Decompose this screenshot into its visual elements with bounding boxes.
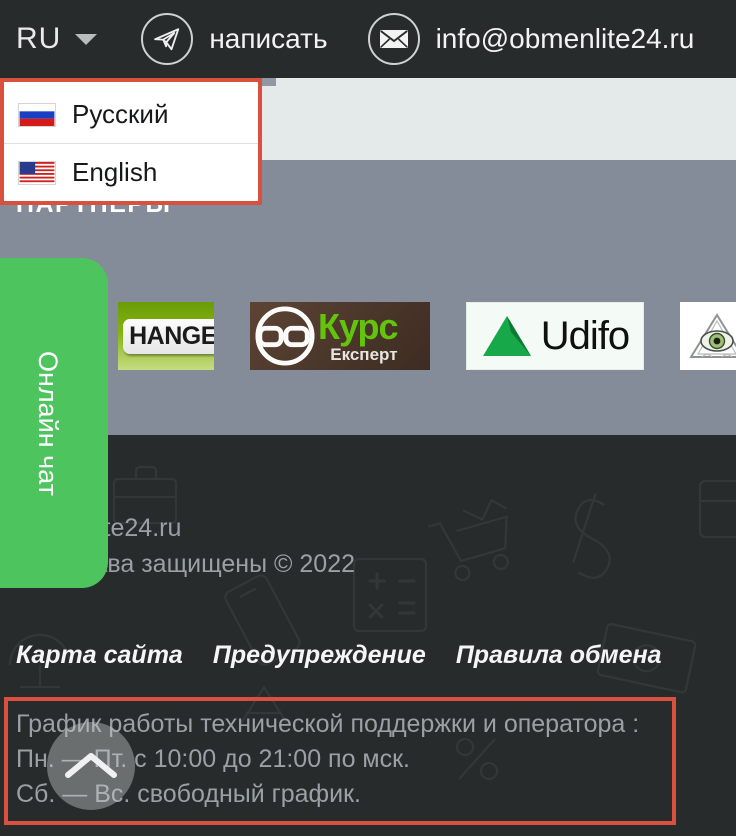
bestchange-label: HANGE: [123, 318, 214, 354]
language-option-russian-label: Русский: [72, 99, 169, 129]
eye-in-triangle-icon: [689, 313, 736, 358]
kurs-expert-label: Курс: [318, 306, 399, 347]
partner-logo-kurs-expert[interactable]: Курс Експерт: [250, 302, 430, 370]
footer-link-exchange-rules[interactable]: Правила обмена: [456, 641, 662, 670]
language-code-label: RU: [16, 22, 62, 55]
language-dropdown: Русский English: [0, 78, 262, 205]
footer-link-warning[interactable]: Предупреждение: [213, 641, 426, 670]
triangle-mark-icon: [482, 316, 531, 356]
partner-logo-row: HANGE Курс Експерт Udifo: [0, 300, 736, 372]
language-option-english-label: English: [72, 157, 158, 187]
email-contact[interactable]: info@obmenlite24.ru: [367, 13, 695, 65]
email-label: info@obmenlite24.ru: [435, 23, 695, 54]
telegram-icon: [141, 13, 194, 65]
language-switcher[interactable]: RU: [16, 22, 98, 55]
kurs-expert-sublabel: Експерт: [330, 345, 398, 364]
telegram-label: написать: [209, 23, 328, 54]
chevron-down-icon[interactable]: [75, 33, 98, 45]
online-chat-label: Онлайн чат: [33, 350, 64, 496]
language-option-russian[interactable]: Русский: [4, 86, 258, 143]
partner-logo-glazok[interactable]: G: [680, 302, 736, 370]
scroll-to-top-button[interactable]: [47, 722, 135, 810]
footer-link-sitemap[interactable]: Карта сайта: [16, 641, 183, 670]
language-option-english[interactable]: English: [4, 143, 258, 201]
russia-flag-icon: [18, 102, 56, 127]
telegram-contact[interactable]: написать: [141, 13, 328, 65]
usa-flag-icon: [18, 160, 56, 185]
partner-logo-udifo[interactable]: Udifo: [466, 302, 644, 370]
online-chat-tab[interactable]: Онлайн чат: [0, 258, 108, 588]
udifo-label: Udifo: [540, 313, 630, 358]
partner-logo-bestchange[interactable]: HANGE: [118, 302, 214, 370]
chevron-up-icon: [65, 753, 117, 778]
top-header-bar: RU написать info@obmenlite24.ru: [0, 0, 736, 78]
glasses-icon: [255, 306, 315, 366]
footer-links: Карта сайта Предупреждение Правила обмен…: [16, 641, 662, 670]
envelope-icon: [367, 13, 420, 65]
band-shadow-notch: [262, 78, 276, 86]
